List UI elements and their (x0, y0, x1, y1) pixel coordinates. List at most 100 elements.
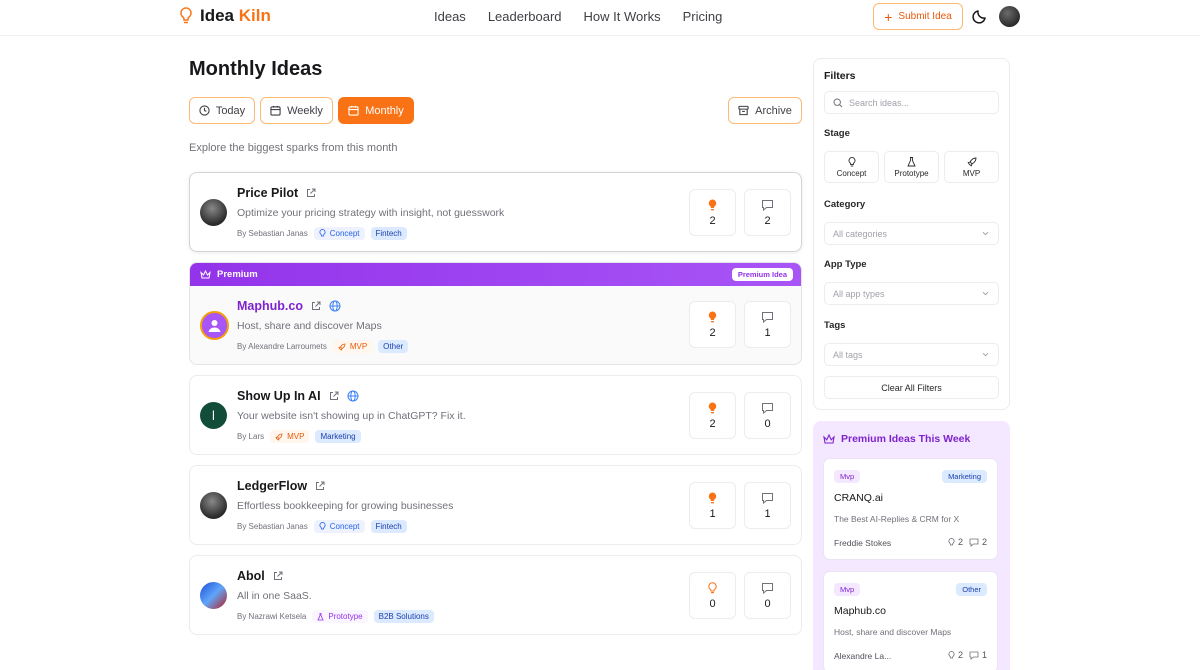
external-link-icon[interactable] (273, 571, 283, 581)
stage-mvp-button[interactable]: MVP (944, 151, 999, 183)
period-today-button[interactable]: Today (189, 97, 255, 124)
stage-tag-label: MVP (349, 342, 368, 351)
lightbulb-icon (848, 156, 856, 167)
tags-select[interactable]: All tags (824, 343, 999, 366)
stage-tag-label: Concept (329, 522, 360, 531)
idea-title[interactable]: Price Pilot (237, 186, 298, 200)
vote-count: 2 (709, 417, 716, 430)
nav-how-it-works[interactable]: How It Works (584, 9, 661, 24)
premium-ideas-panel: Premium Ideas This Week Mvp Marketing CR… (813, 421, 1010, 670)
nav-pricing[interactable]: Pricing (683, 9, 723, 24)
user-avatar[interactable] (999, 6, 1020, 27)
comment-count: 1 (764, 326, 771, 339)
clock-icon (199, 105, 210, 116)
comment-button[interactable]: 2 (744, 189, 791, 236)
vote-button[interactable]: 0 (689, 572, 736, 619)
avatar (200, 311, 229, 340)
tags-select-value: All tags (833, 349, 863, 360)
vote-button[interactable]: 2 (689, 301, 736, 348)
page-subtitle: Explore the biggest sparks from this mon… (189, 142, 398, 154)
archive-button[interactable]: Archive (728, 97, 802, 124)
category-select[interactable]: All categories (824, 222, 999, 245)
clear-filters-button[interactable]: Clear All Filters (824, 376, 999, 399)
stage-tag: Concept (313, 520, 365, 533)
app-type-label: App Type (824, 259, 867, 270)
comment-button[interactable]: 0 (744, 392, 791, 439)
lightbulb-icon (948, 537, 955, 547)
lightbulb-icon (708, 311, 717, 323)
idea-author: By Nazrawi Ketsela (237, 612, 307, 621)
period-weekly-button[interactable]: Weekly (260, 97, 333, 124)
flask-icon (317, 612, 324, 621)
vote-button[interactable]: 2 (689, 392, 736, 439)
idea-card[interactable]: LedgerFlow Effortless bookkeeping for gr… (189, 465, 802, 545)
premium-idea-name[interactable]: CRANQ.ai (834, 492, 883, 504)
comment-count: 1 (764, 507, 771, 520)
chevron-down-icon (981, 350, 990, 359)
comment-button[interactable]: 1 (744, 301, 791, 348)
lightbulb-icon (319, 522, 326, 531)
vote-count: 2 (709, 326, 716, 339)
nav-ideas[interactable]: Ideas (434, 9, 466, 24)
comment-icon (969, 538, 979, 547)
search-input[interactable]: Search ideas... (824, 91, 999, 114)
external-link-icon[interactable] (315, 481, 325, 491)
submit-idea-button[interactable]: + Submit Idea (873, 3, 963, 30)
stage-tag-label: Prototype (328, 612, 363, 621)
idea-title[interactable]: Abol (237, 569, 265, 583)
comment-icon (761, 582, 774, 594)
comment-button[interactable]: 1 (744, 482, 791, 529)
category-label: Category (824, 199, 866, 210)
plus-icon: + (884, 8, 893, 25)
stage-tag: Prototype (312, 610, 368, 623)
logo-word-kiln: Kiln (238, 6, 271, 25)
stage-tag: Mvp (834, 583, 861, 596)
premium-label: Premium (217, 269, 258, 280)
vote-button[interactable]: 2 (689, 189, 736, 236)
stage-concept-button[interactable]: Concept (824, 151, 879, 183)
top-header: Idea Kiln Ideas Leaderboard How It Works… (0, 0, 1200, 36)
vote-count: 2 (709, 214, 716, 227)
stage-tag: Concept (313, 227, 365, 240)
nav-leaderboard[interactable]: Leaderboard (488, 9, 562, 24)
logo[interactable]: Idea Kiln (179, 6, 271, 26)
stage-mvp-label: MVP (962, 168, 981, 178)
external-link-icon[interactable] (306, 188, 316, 198)
vote-count: 2 (957, 537, 963, 547)
idea-title[interactable]: LedgerFlow (237, 479, 307, 493)
globe-icon[interactable] (329, 300, 341, 312)
premium-idea-card[interactable]: Premium Premium Idea Maphub.co Host, sha… (189, 262, 802, 365)
archive-icon (738, 105, 749, 116)
idea-title[interactable]: Maphub.co (237, 299, 303, 313)
idea-description: Optimize your pricing strategy with insi… (237, 207, 505, 219)
app-type-select[interactable]: All app types (824, 282, 999, 305)
external-link-icon[interactable] (311, 301, 321, 311)
chevron-down-icon (981, 289, 990, 298)
vote-button[interactable]: 1 (689, 482, 736, 529)
comment-icon (761, 492, 774, 504)
globe-icon[interactable] (347, 390, 359, 402)
submit-idea-label: Submit Idea (898, 11, 952, 22)
filters-panel: Filters Search ideas... Stage Concept Pr… (813, 58, 1010, 410)
premium-idea-item[interactable]: Mvp Marketing CRANQ.ai The Best AI-Repli… (823, 458, 998, 560)
period-monthly-button[interactable]: Monthly (338, 97, 414, 124)
comment-count: 2 (981, 537, 987, 547)
premium-idea-item[interactable]: Mvp Other Maphub.co Host, share and disc… (823, 571, 998, 670)
premium-ideas-title: Premium Ideas This Week (841, 433, 971, 445)
idea-card[interactable]: l Show Up In AI Your website isn't showi… (189, 375, 802, 455)
lightbulb-icon (319, 229, 326, 238)
idea-title[interactable]: Show Up In AI (237, 389, 321, 403)
idea-card[interactable]: Price Pilot Optimize your pricing strate… (189, 172, 802, 252)
rocket-icon (966, 157, 977, 167)
comment-icon (761, 311, 774, 323)
comment-button[interactable]: 0 (744, 572, 791, 619)
stage-prototype-button[interactable]: Prototype (884, 151, 939, 183)
external-link-icon[interactable] (329, 391, 339, 401)
premium-idea-name[interactable]: Maphub.co (834, 605, 886, 617)
moon-icon[interactable] (972, 8, 988, 24)
period-weekly-label: Weekly (287, 104, 323, 117)
idea-card[interactable]: Abol All in one SaaS. By Nazrawi Ketsela… (189, 555, 802, 635)
app-type-select-value: All app types (833, 288, 885, 299)
idea-description: Host, share and discover Maps (237, 320, 382, 332)
rocket-icon (338, 343, 346, 351)
